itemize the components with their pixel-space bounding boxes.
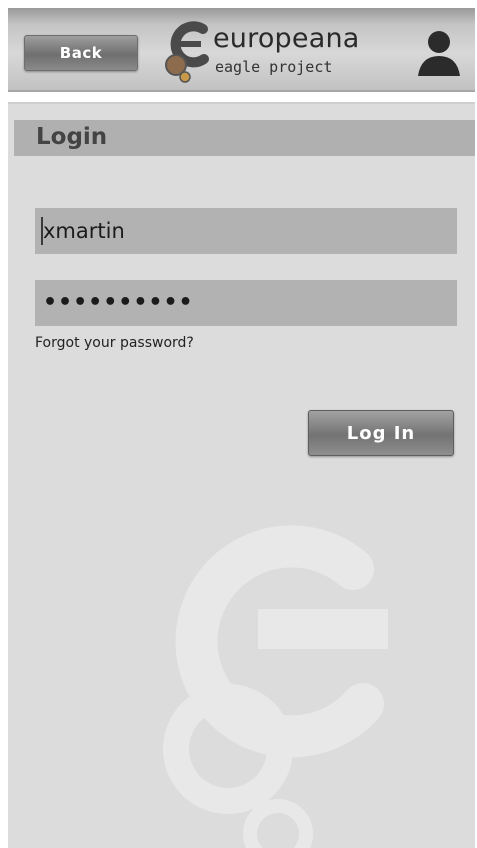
password-input[interactable]: •••••••••• xyxy=(35,280,457,326)
username-input[interactable]: xmartin xyxy=(35,208,457,254)
user-icon[interactable] xyxy=(415,28,463,76)
europeana-watermark-icon xyxy=(163,525,388,848)
app-header: Back europeana eagle project xyxy=(8,8,475,92)
forgot-password-link[interactable]: Forgot your password? xyxy=(35,335,194,351)
brand-subtitle: eagle project xyxy=(215,58,333,76)
europeana-logo-icon xyxy=(165,21,209,83)
brand-name: europeana xyxy=(213,23,360,54)
page-title: Login xyxy=(36,124,108,150)
password-value: •••••••••• xyxy=(43,290,194,315)
username-value: xmartin xyxy=(43,219,125,243)
login-button[interactable]: Log In xyxy=(308,410,454,456)
brand-logo: europeana eagle project xyxy=(163,19,359,83)
back-button[interactable]: Back xyxy=(24,35,138,71)
text-caret xyxy=(41,217,43,245)
login-panel: Login xmartin •••••••••• Forgot your pas… xyxy=(8,102,475,848)
